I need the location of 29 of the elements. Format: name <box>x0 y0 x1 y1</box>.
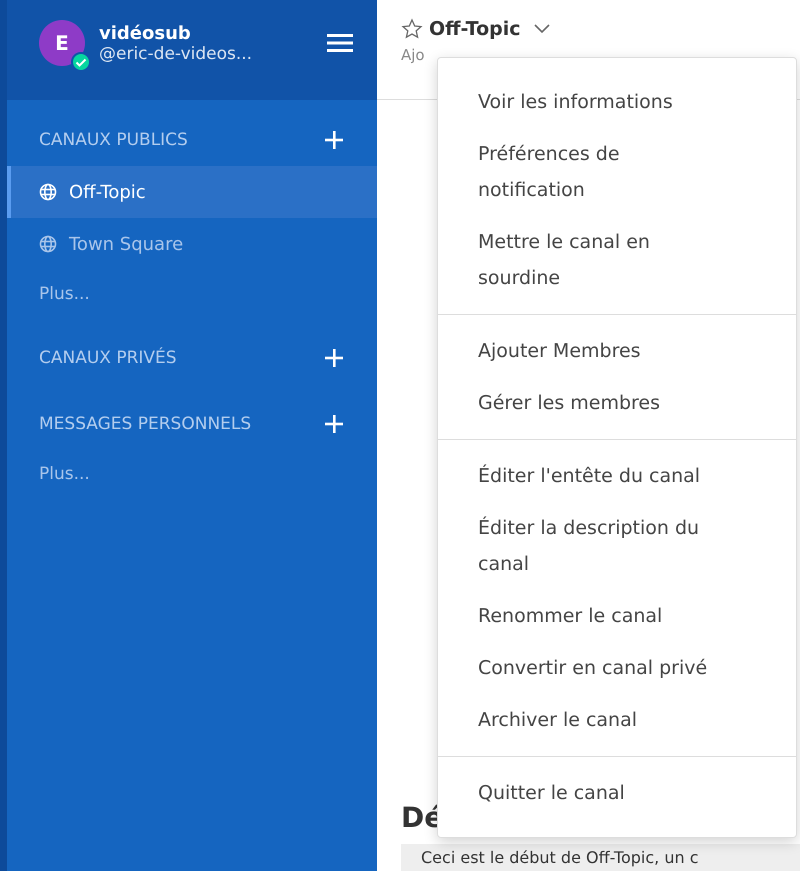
menu-item[interactable]: Renommer le canal <box>438 590 796 642</box>
globe-icon <box>39 235 57 253</box>
channel-item[interactable]: Off-Topic <box>7 166 377 218</box>
menu-item[interactable]: Préférences de notification <box>438 128 796 216</box>
channel-subtitle: Ajo <box>401 46 425 64</box>
plus-icon[interactable] <box>323 347 345 369</box>
menu-item[interactable]: Convertir en canal privé <box>438 642 796 694</box>
menu-item[interactable]: Archiver le canal <box>438 694 796 746</box>
menu-item[interactable]: Mettre le canal en sourdine <box>438 216 796 304</box>
section-title: CANAUX PRIVÉS <box>39 348 177 368</box>
menu-item[interactable]: Éditer la description du canal <box>438 502 796 590</box>
menu-item[interactable]: Ajouter Membres <box>438 325 796 377</box>
team-name: vidéosub <box>99 22 192 44</box>
star-icon[interactable] <box>401 18 423 40</box>
menu-item[interactable]: Gérer les membres <box>438 377 796 429</box>
channel-title[interactable]: Off-Topic <box>429 18 521 40</box>
menu-item[interactable]: Éditer l'entête du canal <box>438 450 796 502</box>
globe-icon <box>39 183 57 201</box>
plus-icon[interactable] <box>323 129 345 151</box>
username: @eric-de-videos... <box>99 44 254 64</box>
chevron-icon <box>532 22 551 36</box>
menu-icon[interactable] <box>327 33 353 53</box>
intro-text: Ceci est le début de Off-Topic, un c <box>421 848 698 867</box>
menu-item[interactable]: Voir les informations <box>438 76 796 128</box>
avatar-letter: E <box>55 31 69 55</box>
menu-item[interactable]: Quitter le canal <box>438 767 796 819</box>
plus-icon[interactable] <box>323 413 345 435</box>
section-title: MESSAGES PERSONNELS <box>39 414 252 434</box>
section-title: CANAUX PUBLICS <box>39 130 188 150</box>
